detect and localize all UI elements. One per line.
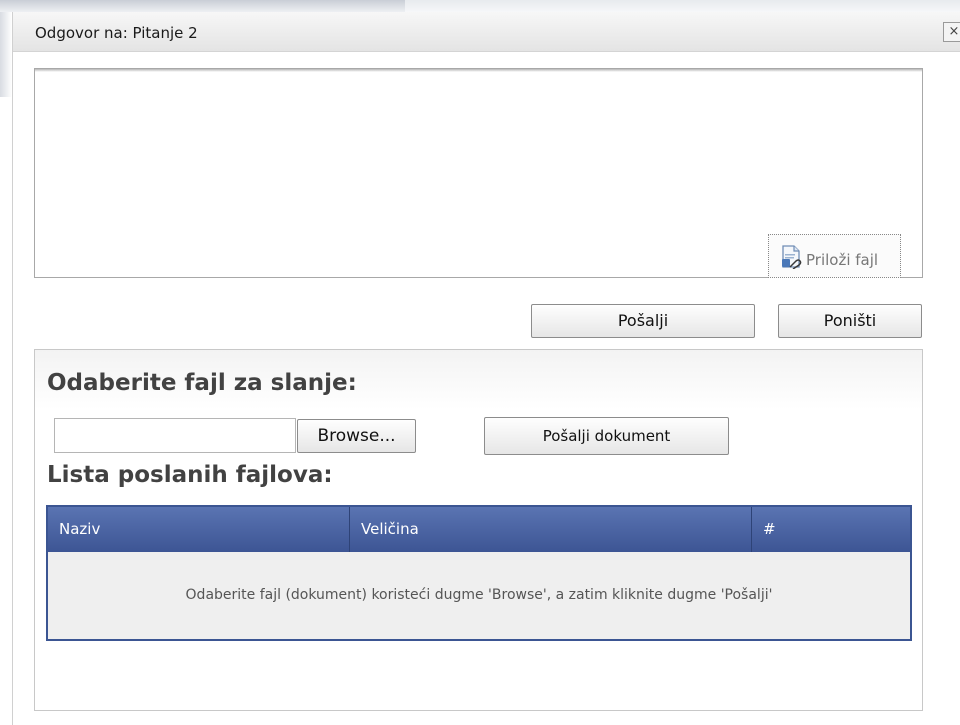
send-button[interactable]: Pošalji bbox=[531, 304, 755, 338]
attach-file-label: Priloži fajl bbox=[806, 251, 879, 269]
table-header: Naziv Veličina # bbox=[48, 507, 910, 552]
answer-dialog: Odgovor na: Pitanje 2 × Priloži fajl Poš… bbox=[12, 12, 960, 725]
background-shadow bbox=[405, 0, 960, 12]
editor-top-shadow bbox=[35, 69, 922, 72]
sent-files-table: Naziv Veličina # Odaberite fajl (dokumen… bbox=[46, 505, 912, 641]
background-edge bbox=[0, 12, 12, 97]
upload-heading: Odaberite fajl za slanje: bbox=[47, 370, 357, 396]
browse-button[interactable]: Browse... bbox=[297, 419, 416, 453]
empty-table-message: Odaberite fajl (dokument) koristeći dugm… bbox=[185, 587, 773, 603]
send-document-button[interactable]: Pošalji dokument bbox=[484, 417, 729, 455]
cancel-button[interactable]: Poništi bbox=[778, 304, 922, 338]
file-path-input[interactable] bbox=[54, 418, 296, 453]
column-header-size[interactable]: Veličina bbox=[350, 507, 752, 552]
document-attach-icon bbox=[782, 245, 802, 269]
close-button[interactable]: × bbox=[943, 22, 960, 42]
answer-editor[interactable]: Priloži fajl bbox=[34, 68, 923, 278]
attach-file-button[interactable]: Priloži fajl bbox=[768, 234, 901, 278]
background-shadow bbox=[0, 0, 405, 12]
dialog-titlebar: Odgovor na: Pitanje 2 × bbox=[13, 12, 960, 52]
dialog-title: Odgovor na: Pitanje 2 bbox=[35, 24, 198, 42]
close-icon: × bbox=[948, 24, 960, 39]
column-header-number[interactable]: # bbox=[752, 507, 910, 552]
upload-panel: Odaberite fajl za slanje: Browse... Poša… bbox=[34, 349, 923, 711]
column-header-name[interactable]: Naziv bbox=[48, 507, 350, 552]
sent-files-heading: Lista poslanih fajlova: bbox=[47, 462, 333, 488]
